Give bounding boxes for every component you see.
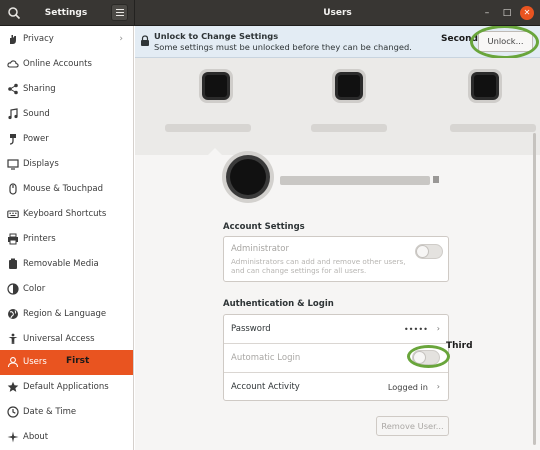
sidebar-item-power[interactable]: Power <box>0 127 133 152</box>
sidebar-item-region-language[interactable]: Region & Language <box>0 302 133 327</box>
highlight-ring-auto-login <box>407 345 450 368</box>
music-note-icon <box>7 108 19 120</box>
sidebar-item-date-time[interactable]: Date & Time <box>0 400 133 425</box>
user-avatar[interactable] <box>338 75 360 97</box>
administrator-description: Administrators can add and remove other … <box>231 257 406 275</box>
account-activity-row[interactable]: Account Activity Logged in › <box>224 372 448 400</box>
lock-icon <box>140 35 150 47</box>
chevron-right-icon: › <box>436 324 440 333</box>
sidebar-item-default-applications[interactable]: Default Applications <box>0 375 133 400</box>
sidebar-item-label: Privacy <box>23 34 54 44</box>
sidebar-item-label: Removable Media <box>23 259 99 269</box>
sidebar-item-users[interactable]: Users First <box>0 350 133 375</box>
globe-icon <box>7 308 19 320</box>
administrator-toggle[interactable] <box>415 244 443 259</box>
close-button[interactable]: ✕ <box>520 6 534 20</box>
user-fullname-blurred <box>280 176 430 185</box>
infobar-subtitle: Some settings must be unlocked before th… <box>154 42 412 52</box>
palette-icon <box>7 283 19 295</box>
settings-title: Settings <box>44 8 88 18</box>
hamburger-menu-icon[interactable] <box>111 4 128 21</box>
sidebar-item-universal-access[interactable]: Universal Access <box>0 327 133 352</box>
sidebar-item-displays[interactable]: Displays <box>0 152 133 177</box>
account-type-blurred <box>433 176 439 183</box>
annotation-third: Third <box>446 341 473 351</box>
media-icon <box>7 258 19 270</box>
header-bar: Settings Users – □ ✕ <box>0 0 540 26</box>
password-value: ••••• <box>403 324 428 334</box>
user-avatar[interactable] <box>205 75 227 97</box>
account-activity-value: Logged in <box>387 382 428 392</box>
sidebar-item-about[interactable]: About <box>0 425 133 450</box>
sidebar-item-label: About <box>23 432 49 442</box>
password-row[interactable]: Password ••••• › <box>224 315 448 343</box>
users-icon <box>7 356 19 368</box>
clock-icon <box>7 406 19 418</box>
sidebar-item-label: Region & Language <box>23 309 107 319</box>
carousel-selection-arrow <box>207 148 223 156</box>
share-icon <box>7 83 19 95</box>
sidebar-item-label: Mouse & Touchpad <box>23 184 104 194</box>
sidebar-item-label: Sound <box>23 109 50 119</box>
avatar[interactable] <box>230 159 266 195</box>
user-name-blurred <box>450 124 536 132</box>
sidebar-item-mouse-touchpad[interactable]: Mouse & Touchpad <box>0 177 133 202</box>
star-icon <box>7 381 19 393</box>
sidebar-item-label: Keyboard Shortcuts <box>23 209 107 219</box>
power-icon <box>7 133 19 145</box>
sidebar: Privacy › Online Accounts Sharing Sound … <box>0 26 134 450</box>
annotation-first: First <box>66 356 90 366</box>
sidebar-item-label: Default Applications <box>23 382 109 392</box>
sidebar-item-label: Sharing <box>23 84 56 94</box>
authentication-heading: Authentication & Login <box>223 299 334 309</box>
sidebar-item-label: Printers <box>23 234 56 244</box>
display-icon <box>7 158 19 170</box>
account-settings-frame: Administrator Administrators can add and… <box>223 236 449 282</box>
sidebar-item-label: Power <box>23 134 49 144</box>
sidebar-item-label: Online Accounts <box>23 59 92 69</box>
password-label: Password <box>231 324 271 334</box>
mouse-icon <box>7 183 19 195</box>
sidebar-item-privacy[interactable]: Privacy › <box>0 27 133 52</box>
sidebar-item-color[interactable]: Color <box>0 277 133 302</box>
highlight-ring-unlock <box>470 26 539 59</box>
printer-icon <box>7 233 19 245</box>
sidebar-item-keyboard-shortcuts[interactable]: Keyboard Shortcuts <box>0 202 133 227</box>
sidebar-item-sharing[interactable]: Sharing <box>0 77 133 102</box>
user-name-blurred <box>165 124 251 132</box>
minimize-button[interactable]: – <box>480 6 494 20</box>
infobar-title: Unlock to Change Settings <box>154 31 279 41</box>
keyboard-icon <box>7 208 19 220</box>
user-avatar[interactable] <box>474 75 496 97</box>
account-settings-heading: Account Settings <box>223 222 305 232</box>
user-carousel <box>135 58 540 155</box>
sidebar-item-label: Color <box>23 284 46 294</box>
user-name-blurred <box>311 124 387 132</box>
toggle-knob <box>416 245 429 258</box>
sidebar-item-printers[interactable]: Printers <box>0 227 133 252</box>
sidebar-item-label: Universal Access <box>23 334 95 344</box>
automatic-login-label: Automatic Login <box>231 353 301 363</box>
account-activity-label: Account Activity <box>231 382 300 392</box>
chevron-right-icon: › <box>436 382 440 391</box>
scrollbar[interactable] <box>533 133 536 445</box>
sidebar-item-label: Date & Time <box>23 407 77 417</box>
chevron-right-icon: › <box>119 34 123 44</box>
accessibility-icon <box>7 333 19 345</box>
users-panel: Unlock to Change Settings Some settings … <box>135 26 540 450</box>
search-icon[interactable] <box>6 5 22 21</box>
hand-icon <box>7 33 19 45</box>
sidebar-item-removable-media[interactable]: Removable Media <box>0 252 133 277</box>
plus-icon <box>7 431 19 443</box>
administrator-label: Administrator <box>231 244 289 254</box>
sidebar-item-label: Displays <box>23 159 59 169</box>
sidebar-item-label: Users <box>23 357 47 367</box>
sidebar-item-sound[interactable]: Sound <box>0 102 133 127</box>
maximize-button[interactable]: □ <box>500 6 514 20</box>
remove-user-button[interactable]: Remove User... <box>376 416 449 436</box>
cloud-icon <box>7 58 19 70</box>
sidebar-item-online-accounts[interactable]: Online Accounts <box>0 52 133 77</box>
